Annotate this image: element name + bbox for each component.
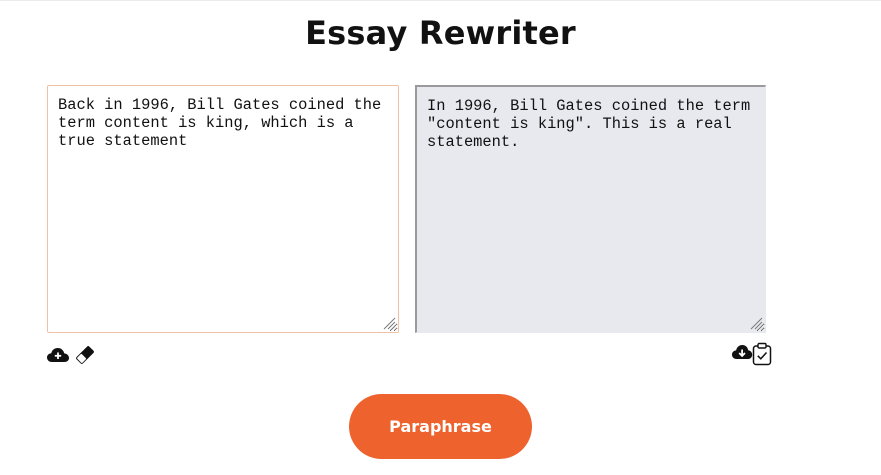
clipboard-check-icon[interactable]: [751, 342, 773, 366]
cloud-upload-icon[interactable]: [46, 346, 70, 364]
input-text-area[interactable]: Back in 1996, Bill Gates coined the term…: [47, 85, 399, 333]
page-title: Essay Rewriter: [305, 14, 576, 52]
top-divider: [0, 0, 881, 1]
resize-grip-icon[interactable]: [750, 317, 763, 330]
cloud-download-icon[interactable]: [731, 343, 753, 361]
resize-grip-icon[interactable]: [383, 317, 396, 330]
paraphrase-button[interactable]: Paraphrase: [349, 394, 532, 459]
eraser-icon[interactable]: [73, 344, 97, 366]
output-text-area[interactable]: In 1996, Bill Gates coined the term "con…: [415, 85, 766, 333]
